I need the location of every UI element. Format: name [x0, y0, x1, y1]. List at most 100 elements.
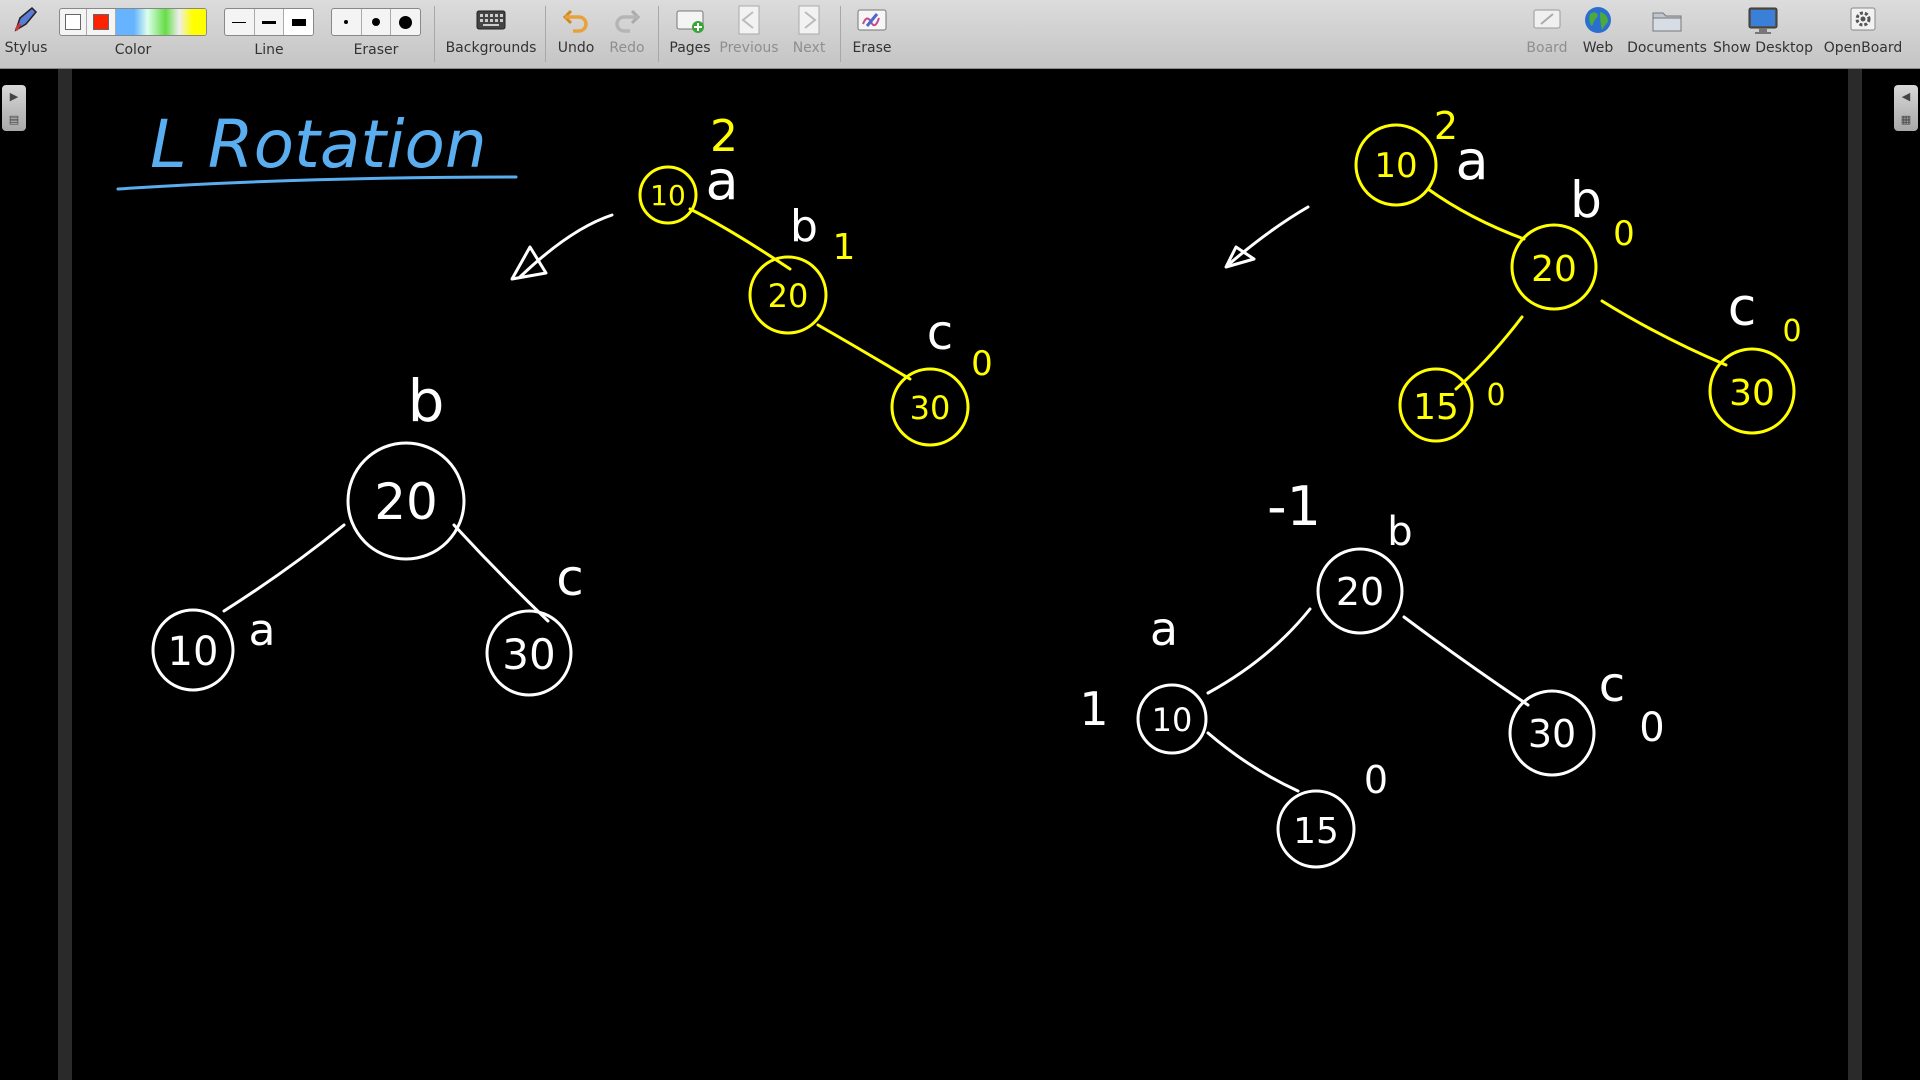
node-value: 20 [768, 277, 809, 315]
ink-layer: L Rotation 10 20 30 2 1 0 a b c 20 10 30… [116, 104, 1802, 869]
tree-top-left-labels: a b c [705, 149, 953, 361]
line-thick[interactable] [284, 9, 313, 35]
toolbar-divider [840, 6, 841, 62]
eraser-medium[interactable] [362, 9, 392, 35]
tree-top-left-text: 10 20 30 2 1 0 [650, 111, 993, 427]
board-button[interactable]: Board [1522, 0, 1572, 68]
previous-page-button[interactable]: Previous [716, 0, 782, 68]
next-page-button[interactable]: Next [784, 0, 834, 68]
node-value: 10 [168, 629, 219, 675]
node-label: a [1150, 602, 1178, 656]
color-swatch-white[interactable] [60, 9, 87, 35]
node-value: 30 [502, 630, 555, 679]
node-value: 15 [1293, 811, 1339, 852]
backgrounds-label: Backgrounds [445, 40, 537, 56]
redo-button[interactable]: Redo [602, 0, 652, 68]
tree-top-right-text: 10 20 15 30 2 0 0 0 [1374, 104, 1801, 428]
eraser-label: Eraser [353, 42, 399, 58]
balance-factor: 0 [1364, 758, 1388, 802]
toolbar-divider [658, 6, 659, 62]
node-value: 20 [1336, 570, 1384, 614]
stylus-button[interactable]: Stylus [2, 0, 50, 68]
balance-factor: 0 [1486, 378, 1505, 413]
node-value: 20 [374, 473, 438, 531]
color-picker[interactable]: Color [58, 0, 208, 68]
node-value: 30 [1729, 373, 1775, 414]
balance-factor: -1 [1267, 475, 1321, 538]
line-thin[interactable] [225, 9, 255, 35]
next-page-icon [795, 0, 823, 40]
show-desktop-button[interactable]: Show Desktop [1712, 0, 1814, 68]
folder-icon [1650, 0, 1684, 40]
documents-button[interactable]: Documents [1624, 0, 1710, 68]
stylus-label: Stylus [4, 40, 48, 56]
balance-factor: 0 [1613, 214, 1635, 254]
show-desktop-label: Show Desktop [1713, 40, 1813, 56]
documents-label: Documents [1627, 40, 1707, 56]
node-label: b [790, 201, 818, 252]
color-label: Color [114, 42, 152, 58]
redo-icon [612, 0, 642, 40]
node-label: c [927, 305, 953, 361]
web-label: Web [1582, 40, 1614, 56]
erase-icon [855, 0, 889, 40]
balance-factor: 2 [1434, 104, 1458, 148]
eraser-size-picker[interactable]: Eraser [330, 0, 422, 68]
balance-factor: 0 [1782, 314, 1801, 349]
node-label: c [556, 549, 584, 607]
openboard-menu-button[interactable]: OpenBoard [1818, 0, 1908, 68]
previous-label: Previous [719, 40, 779, 56]
node-label: a [249, 605, 276, 656]
pages-button[interactable]: Pages [664, 0, 716, 68]
toolbar: Stylus Color Line Eraser Backgrounds Und… [0, 0, 1920, 69]
redo-label: Redo [609, 40, 645, 56]
tree-top-right-labels: a b c [1455, 129, 1756, 338]
node-value: 30 [910, 389, 951, 427]
balance-factor: 1 [1079, 682, 1108, 736]
eraser-large[interactable] [391, 9, 420, 35]
gear-icon [1847, 0, 1879, 40]
node-value: 30 [1528, 712, 1576, 756]
toolbar-divider [545, 6, 546, 62]
node-value: 10 [650, 179, 686, 212]
node-label: c [1728, 278, 1757, 338]
stylus-icon [10, 0, 42, 40]
arrow-right [1224, 205, 1310, 269]
backgrounds-button[interactable]: Backgrounds [444, 0, 538, 68]
node-label: b [408, 367, 445, 435]
tree-bottom-right-text: 20 10 15 30 -1 1 0 0 b a c [1079, 475, 1664, 852]
undo-label: Undo [557, 40, 595, 56]
board-label: Board [1526, 40, 1568, 56]
erase-label: Erase [852, 40, 892, 56]
line-width-picker[interactable]: Line [224, 0, 314, 68]
web-button[interactable]: Web [1574, 0, 1622, 68]
balance-factor: 1 [833, 227, 856, 268]
monitor-icon [1746, 0, 1780, 40]
node-label: a [705, 149, 738, 212]
title-text: L Rotation [150, 106, 487, 183]
node-value: 10 [1152, 701, 1193, 739]
node-value: 20 [1531, 249, 1577, 290]
node-value: 15 [1413, 387, 1459, 428]
color-swatch-red[interactable] [87, 9, 116, 35]
node-label: c [1599, 657, 1625, 713]
add-page-icon [674, 0, 706, 40]
line-medium[interactable] [255, 9, 285, 35]
whiteboard-canvas[interactable]: ▶ ▤ ◀ ▦ L Rotation 10 20 30 2 1 0 a b c … [0, 69, 1920, 1080]
node-label: b [1387, 509, 1412, 555]
openboard-label: OpenBoard [1823, 40, 1903, 56]
globe-icon [1582, 0, 1614, 40]
pages-label: Pages [669, 40, 711, 56]
toolbar-divider [434, 6, 435, 62]
eraser-small[interactable] [332, 9, 362, 35]
previous-page-icon [735, 0, 763, 40]
undo-icon [561, 0, 591, 40]
node-label: b [1570, 171, 1602, 229]
line-label: Line [254, 42, 284, 58]
erase-button[interactable]: Erase [846, 0, 898, 68]
next-label: Next [792, 40, 826, 56]
board-icon [1531, 0, 1563, 40]
color-swatch-strip[interactable] [116, 9, 206, 35]
arrow-left [510, 213, 614, 281]
undo-button[interactable]: Undo [552, 0, 600, 68]
